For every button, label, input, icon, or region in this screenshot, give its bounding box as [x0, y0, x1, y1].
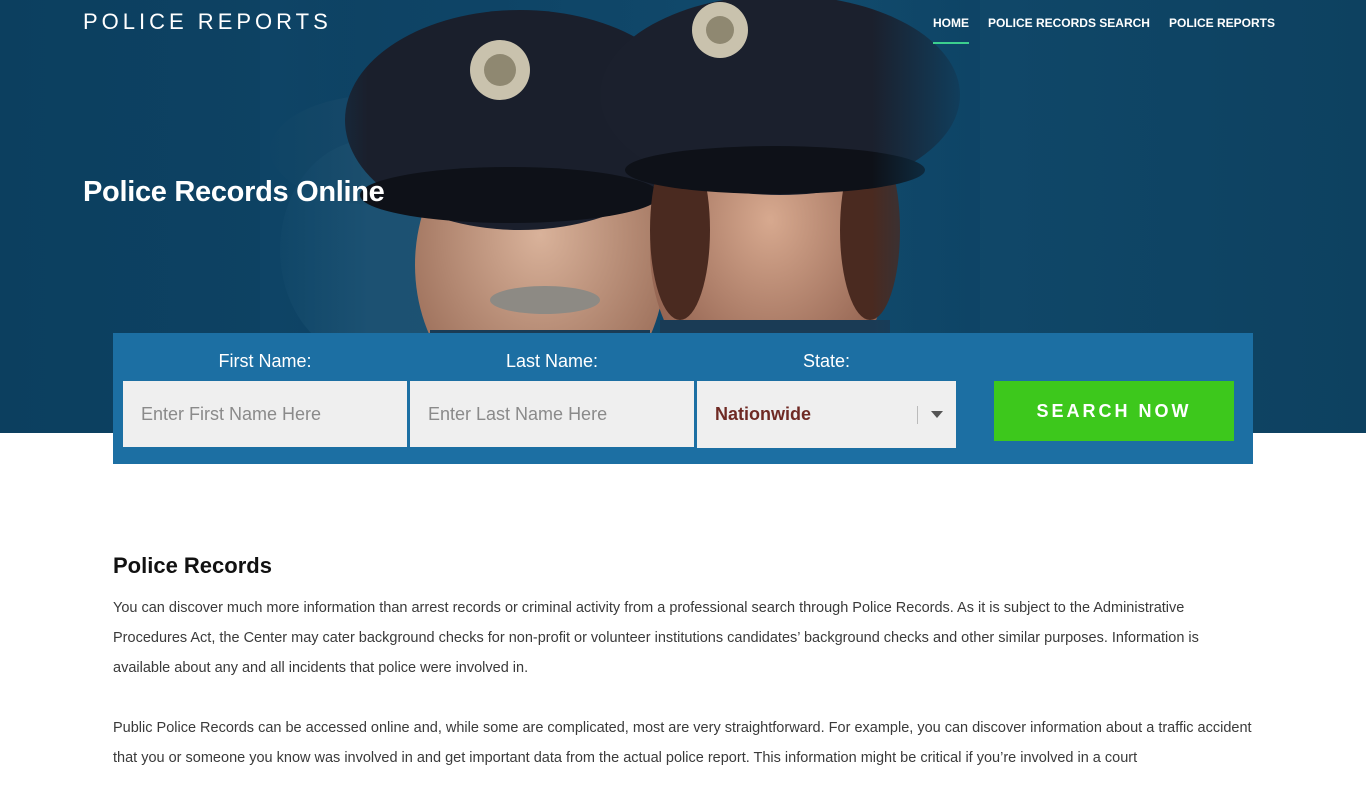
first-name-label: First Name: [218, 351, 312, 371]
state-select[interactable]: Nationwide [697, 381, 956, 448]
last-name-label: Last Name: [505, 351, 599, 371]
state-selected-value: Nationwide [715, 404, 812, 424]
page-title: Police Records Online [83, 176, 385, 208]
search-form: First Name: Last Name: State: Nationwide… [113, 333, 1253, 464]
nav-police-reports[interactable]: POLICE REPORTS [1169, 14, 1275, 44]
state-label: State: [802, 351, 851, 371]
nav-home[interactable]: HOME [932, 14, 969, 44]
first-name-input[interactable] [123, 381, 407, 447]
paragraph-1: You can discover much more information t… [113, 600, 1199, 676]
main-nav: HOME POLICE RECORDS SEARCH POLICE REPORT… [914, 14, 1275, 44]
search-now-button[interactable]: SEARCH NOW [994, 381, 1234, 441]
paragraph-2: Public Police Records can be accessed on… [113, 720, 1252, 766]
last-name-input[interactable] [410, 381, 694, 447]
site-logo[interactable]: POLICE REPORTS [83, 9, 332, 35]
content-section: Police Records You can discover much mor… [113, 553, 1253, 803]
section-heading: Police Records [113, 553, 272, 578]
nav-police-records-search[interactable]: POLICE RECORDS SEARCH [988, 14, 1150, 44]
chevron-down-icon[interactable] [918, 381, 956, 448]
